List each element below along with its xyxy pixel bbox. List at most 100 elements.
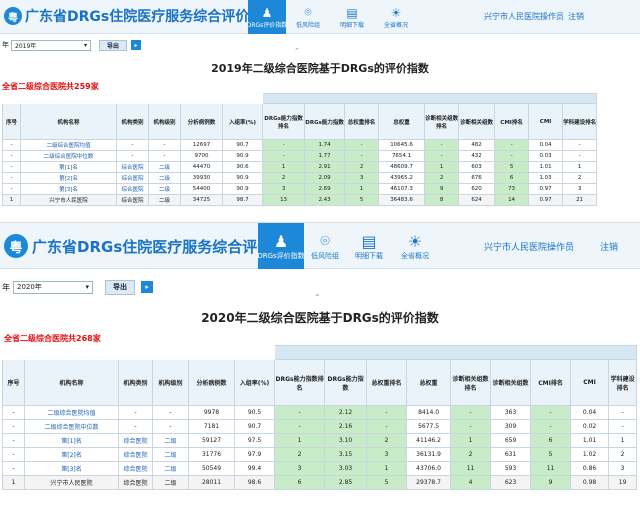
table-row: - 二级综合医院均值 - -12697 90.7-1.74-10645.6-482-0.…: [2, 139, 598, 151]
column-header: 机构级别: [148, 103, 181, 140]
table-cell: 二级: [152, 475, 189, 490]
column-header: 机构类别: [116, 103, 149, 140]
table-cell: 6: [494, 172, 530, 184]
logo-mark-icon: 粤: [4, 7, 22, 25]
header-spacer: [1, 93, 264, 104]
column-header: 总权重排名: [366, 359, 408, 406]
table-cell: 624: [458, 194, 496, 206]
nav-detail-download[interactable]: ▤ 明细下载: [330, 0, 374, 34]
table-cell: 二级综合医院中位数: [20, 150, 117, 162]
table-cell: -: [2, 405, 25, 420]
table-cell: 99.4: [233, 461, 276, 476]
table-cell: 1: [450, 433, 492, 448]
column-header: 序号: [2, 359, 25, 406]
table-cell: -: [494, 139, 530, 151]
table-cell: 2: [262, 172, 306, 184]
nav-label: 全省概况: [401, 251, 429, 260]
table-cell: 34725: [180, 194, 223, 206]
nav-detail-download[interactable]: ▤ 明细下载: [346, 223, 392, 269]
nav-province-overview[interactable]: ☀ 全省概况: [392, 223, 438, 269]
table-cell: 54400: [180, 183, 223, 195]
year-label: 年: [2, 282, 10, 292]
table-header-row: 序号 机构名称 机构类别 机构级别 分析病例数 入组率(%) DRGs能力指数排名 DRGs能…: [2, 359, 638, 406]
nav-label: DRGs评价指数: [246, 21, 288, 29]
table-cell: 5: [530, 447, 572, 462]
table-cell: 二级: [152, 433, 189, 448]
table-row: - 第[1]名 综合医院 二级 59127 97.5 1 3.10 2 41146.2 1 659 6 1…: [2, 433, 638, 448]
table-cell: 1: [262, 161, 306, 173]
table-cell: 第[3]名: [20, 183, 117, 195]
table-cell: 363: [490, 405, 532, 420]
column-header: 分析病例数: [180, 103, 223, 140]
year-label: 年: [2, 41, 9, 49]
column-header: 学科建设排名: [562, 103, 598, 140]
table-cell: 二级综合医院均值: [20, 139, 117, 151]
table-cell: 2: [562, 172, 598, 184]
table-cell: 603: [458, 161, 496, 173]
table-cell: 二级综合医院均值: [24, 405, 119, 420]
table-cell: 43706.0: [406, 461, 452, 476]
table-cell: 2.85: [324, 475, 368, 490]
nav-drgs-index[interactable]: ♟ DRGs评价指数: [257, 223, 305, 269]
chevron-down-icon: ▾: [85, 283, 89, 291]
main-nav: ♟ DRGs评价指数 ⌾ 低风险组 ▤ 明细下载 ☀ 全省概况: [257, 223, 438, 269]
table-cell: -: [274, 419, 326, 434]
table-cell: 7654.1: [378, 150, 426, 162]
column-header: 机构名称: [24, 359, 119, 406]
table-cell: 98.6: [233, 475, 276, 490]
nav-drgs-index[interactable]: ♟ DRGs评价指数: [246, 0, 288, 34]
table-cell: 6: [530, 433, 572, 448]
table-cell: 309: [490, 419, 532, 434]
export-button[interactable]: 导出: [105, 279, 135, 295]
table-cell: 2.12: [324, 405, 368, 420]
table-cell: 9978: [188, 405, 235, 420]
collapse-caret-icon[interactable]: ⌃: [294, 47, 300, 55]
collapse-caret-icon[interactable]: ⌃: [314, 293, 321, 302]
table-row: - 二级综合医院均值 - -9978 90.5-2.12-8414.0-363-0.04…: [2, 405, 638, 420]
table-cell: 0.02: [570, 419, 610, 434]
table-cell: 1: [344, 183, 380, 195]
table-cell: 593: [490, 461, 532, 476]
table-header-row: 序号 机构名称 机构类别 机构级别 分析病例数 入组率(%) DRGs能力指数排名 DRGs能…: [2, 103, 598, 140]
column-header: 总权重: [406, 359, 452, 406]
logout-link[interactable]: 注销: [600, 240, 618, 253]
nav-low-risk[interactable]: ⌾ 低风险组: [304, 223, 346, 269]
table-cell: -: [2, 172, 21, 184]
year-select[interactable]: 2019年 ▾: [11, 39, 91, 51]
table-cell: -: [344, 139, 380, 151]
table-cell: 90.7: [221, 139, 264, 151]
table-cell: 3.03: [324, 461, 368, 476]
table-cell: 二级综合医院中位数: [24, 419, 119, 434]
filter-toolbar: 年 2019年 ▾ 导出 ▸: [2, 39, 141, 51]
table-cell: 兴宁市人民医院: [20, 194, 117, 206]
table-cell: -: [2, 139, 21, 151]
table-cell: 2: [274, 447, 326, 462]
table-cell: 90.9: [221, 183, 264, 195]
year-select[interactable]: 2020年 ▾: [13, 280, 93, 294]
nav-label: 明细下载: [339, 21, 364, 29]
table-cell: 1.74: [304, 139, 346, 151]
table-cell: 2.16: [324, 419, 368, 434]
next-arrow-icon[interactable]: ▸: [131, 40, 141, 50]
table-cell: 6: [274, 475, 326, 490]
person-chart-icon: ♟: [273, 231, 289, 251]
column-header: 诊断相关组数: [490, 359, 532, 406]
logo-mark-icon: 粤: [4, 234, 28, 258]
table-cell: 73: [494, 183, 530, 195]
table-cell: 2: [366, 433, 408, 448]
table-cell: 1.02: [570, 447, 610, 462]
logout-link[interactable]: 注销: [568, 11, 584, 22]
table-cell: 二级: [148, 183, 181, 195]
table-cell: 二级: [152, 461, 189, 476]
table-body: - 二级综合医院均值 - -12697 90.7-1.74-10645.6-482-0.…: [2, 139, 598, 206]
table-cell: -: [148, 139, 181, 151]
export-button[interactable]: 导出: [99, 39, 127, 51]
next-arrow-icon[interactable]: ▸: [141, 281, 153, 293]
nav-low-risk[interactable]: ⌾ 低风险组: [286, 0, 330, 34]
table-cell: 36131.9: [406, 447, 452, 462]
table-cell: 3.15: [324, 447, 368, 462]
nav-province-overview[interactable]: ☀ 全省概况: [374, 0, 418, 34]
year-value: 2019年: [15, 42, 37, 50]
table-cell: -: [152, 405, 189, 420]
table-cell: -: [152, 419, 189, 434]
